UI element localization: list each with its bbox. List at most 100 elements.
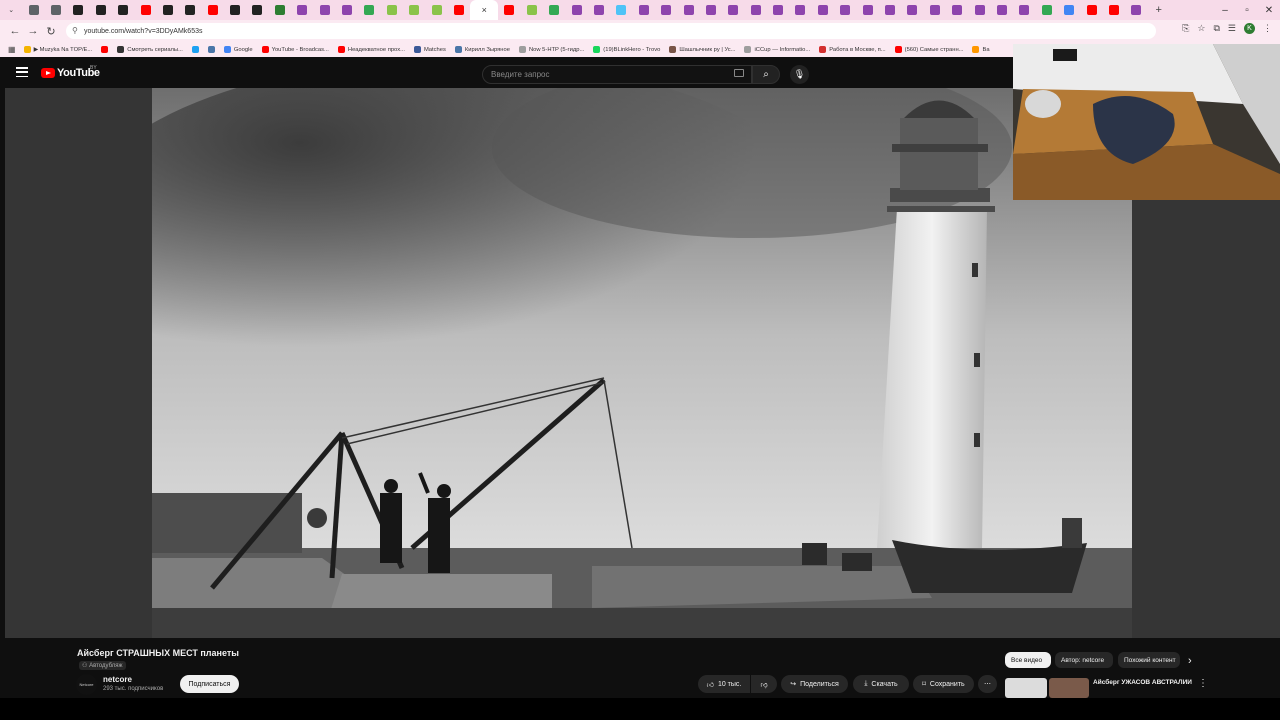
browser-tab[interactable] <box>633 0 655 20</box>
browser-tab[interactable] <box>45 0 67 20</box>
browser-tab[interactable] <box>157 0 179 20</box>
browser-tab[interactable] <box>336 0 358 20</box>
minimize-button[interactable]: – <box>1214 0 1236 20</box>
bookmark-item[interactable]: Смотреть сериалы... <box>117 46 183 53</box>
bookmark-item[interactable]: Работа в Москве, п... <box>819 46 886 53</box>
browser-tab[interactable] <box>202 0 224 20</box>
url-field[interactable]: ⚲ youtube.com/watch?v=3DDyAMk653s <box>66 23 1156 39</box>
bookmark-item[interactable] <box>207 46 215 53</box>
bookmark-item[interactable]: (19)BLinkHero - Trovo <box>593 46 660 53</box>
browser-tab[interactable] <box>1036 0 1058 20</box>
browser-tab[interactable] <box>1013 0 1035 20</box>
bookmark-item[interactable]: iCCup — Informatio... <box>744 46 810 53</box>
bookmark-item[interactable] <box>101 46 109 53</box>
browser-tab[interactable] <box>425 0 447 20</box>
browser-tab[interactable] <box>789 0 811 20</box>
bookmark-item[interactable]: YouTube - Broadcas... <box>261 46 329 53</box>
browser-tab[interactable] <box>313 0 335 20</box>
voice-search-button[interactable]: 🎙 <box>790 65 809 84</box>
browser-tab[interactable] <box>677 0 699 20</box>
dislike-button[interactable]: 👎︎ <box>751 675 777 693</box>
browser-tab[interactable] <box>134 0 156 20</box>
browser-tab[interactable] <box>588 0 610 20</box>
tab-strip-menu-icon[interactable]: ⌄ <box>0 0 22 20</box>
tab-close-icon[interactable]: × <box>482 5 487 15</box>
subscribe-button[interactable]: Подписаться <box>180 675 239 693</box>
browser-tab[interactable] <box>246 0 268 20</box>
keyboard-icon[interactable] <box>734 69 744 77</box>
browser-tab[interactable] <box>448 0 470 20</box>
recommendation-thumbnail[interactable] <box>1005 678 1047 698</box>
browser-tab[interactable] <box>358 0 380 20</box>
close-window-button[interactable]: ✕ <box>1258 0 1280 20</box>
recommendation-title[interactable]: Айсберг УЖАСОВ АВСТРАЛИИ <box>1093 678 1193 687</box>
search-input[interactable]: Введите запрос <box>482 65 752 84</box>
browser-tab[interactable] <box>655 0 677 20</box>
browser-tab[interactable] <box>879 0 901 20</box>
search-button[interactable]: ⌕ <box>752 65 780 84</box>
new-tab-button[interactable]: + <box>1148 0 1170 20</box>
browser-tab[interactable] <box>1125 0 1147 20</box>
bookmark-item[interactable]: Шашлычник ру | Ус... <box>669 46 735 53</box>
tab-search-icon[interactable]: ☰ <box>1228 23 1236 34</box>
browser-tab[interactable] <box>1103 0 1125 20</box>
browser-tab[interactable] <box>1058 0 1080 20</box>
video-frame[interactable] <box>152 88 1132 638</box>
chip-all-videos[interactable]: Все видео <box>1005 652 1051 668</box>
browser-tab[interactable] <box>1080 0 1102 20</box>
active-browser-tab[interactable]: × <box>470 0 499 20</box>
bookmark-item[interactable]: Google <box>223 46 253 53</box>
bookmark-item[interactable]: ▶ Muzyka Na TOP/E... <box>23 46 92 53</box>
browser-menu-icon[interactable]: ⋮ <box>1263 23 1272 34</box>
browser-tab[interactable] <box>179 0 201 20</box>
browser-tab[interactable] <box>90 0 112 20</box>
browser-tab[interactable] <box>67 0 89 20</box>
browser-tab[interactable] <box>565 0 587 20</box>
bookmark-item[interactable]: (560) Самые странн... <box>894 46 963 53</box>
download-button[interactable]: ⤓ Скачать <box>853 675 909 693</box>
site-info-icon[interactable]: ⚲ <box>72 26 78 35</box>
browser-tab[interactable] <box>991 0 1013 20</box>
more-actions-button[interactable]: ⋯ <box>978 675 997 693</box>
back-button[interactable]: ← <box>6 20 24 42</box>
bookmark-item[interactable]: Matches <box>413 46 446 53</box>
browser-tab[interactable] <box>745 0 767 20</box>
browser-tab[interactable] <box>968 0 990 20</box>
browser-tab[interactable] <box>381 0 403 20</box>
browser-tab[interactable] <box>610 0 632 20</box>
bookmark-item[interactable]: Кирилл Зыряное <box>454 46 510 53</box>
browser-tab[interactable] <box>403 0 425 20</box>
browser-tab[interactable] <box>498 0 520 20</box>
bookmark-item[interactable] <box>191 46 199 53</box>
browser-tab[interactable] <box>946 0 968 20</box>
browser-tab[interactable] <box>22 0 44 20</box>
browser-tab[interactable] <box>767 0 789 20</box>
browser-tab[interactable] <box>543 0 565 20</box>
reload-button[interactable]: ↻ <box>42 20 60 42</box>
channel-avatar[interactable]: Netcore <box>76 674 97 695</box>
forward-button[interactable]: → <box>24 20 42 42</box>
profile-avatar[interactable]: K <box>1244 23 1255 34</box>
guide-menu-icon[interactable] <box>16 66 28 78</box>
chip-author[interactable]: Автор: netcore <box>1055 652 1113 668</box>
browser-tab[interactable] <box>856 0 878 20</box>
chip-related[interactable]: Похожий контент <box>1118 652 1180 668</box>
browser-tab[interactable] <box>812 0 834 20</box>
bookmark-item[interactable]: Ва <box>972 46 990 53</box>
chevron-right-icon[interactable]: › <box>1188 655 1192 667</box>
bookmark-item[interactable]: Неадекватное прох... <box>337 46 405 53</box>
channel-name[interactable]: netcore <box>103 675 132 684</box>
browser-tab[interactable] <box>291 0 313 20</box>
like-button[interactable]: 👍︎ 10 тыс. <box>698 675 750 693</box>
maximize-button[interactable]: ▫ <box>1236 0 1258 20</box>
share-button[interactable]: ↪ Поделиться <box>781 675 848 693</box>
apps-grid-icon[interactable]: ▦ <box>8 45 16 54</box>
browser-tab[interactable] <box>834 0 856 20</box>
recommendation-thumbnail-person[interactable] <box>1049 678 1089 698</box>
install-icon[interactable]: ⎘ <box>1182 23 1189 34</box>
browser-tab[interactable] <box>112 0 134 20</box>
browser-tab[interactable] <box>224 0 246 20</box>
extensions-icon[interactable]: ⧉ <box>1213 23 1219 34</box>
browser-tab[interactable] <box>722 0 744 20</box>
youtube-logo[interactable]: YouTube BY <box>41 65 100 79</box>
